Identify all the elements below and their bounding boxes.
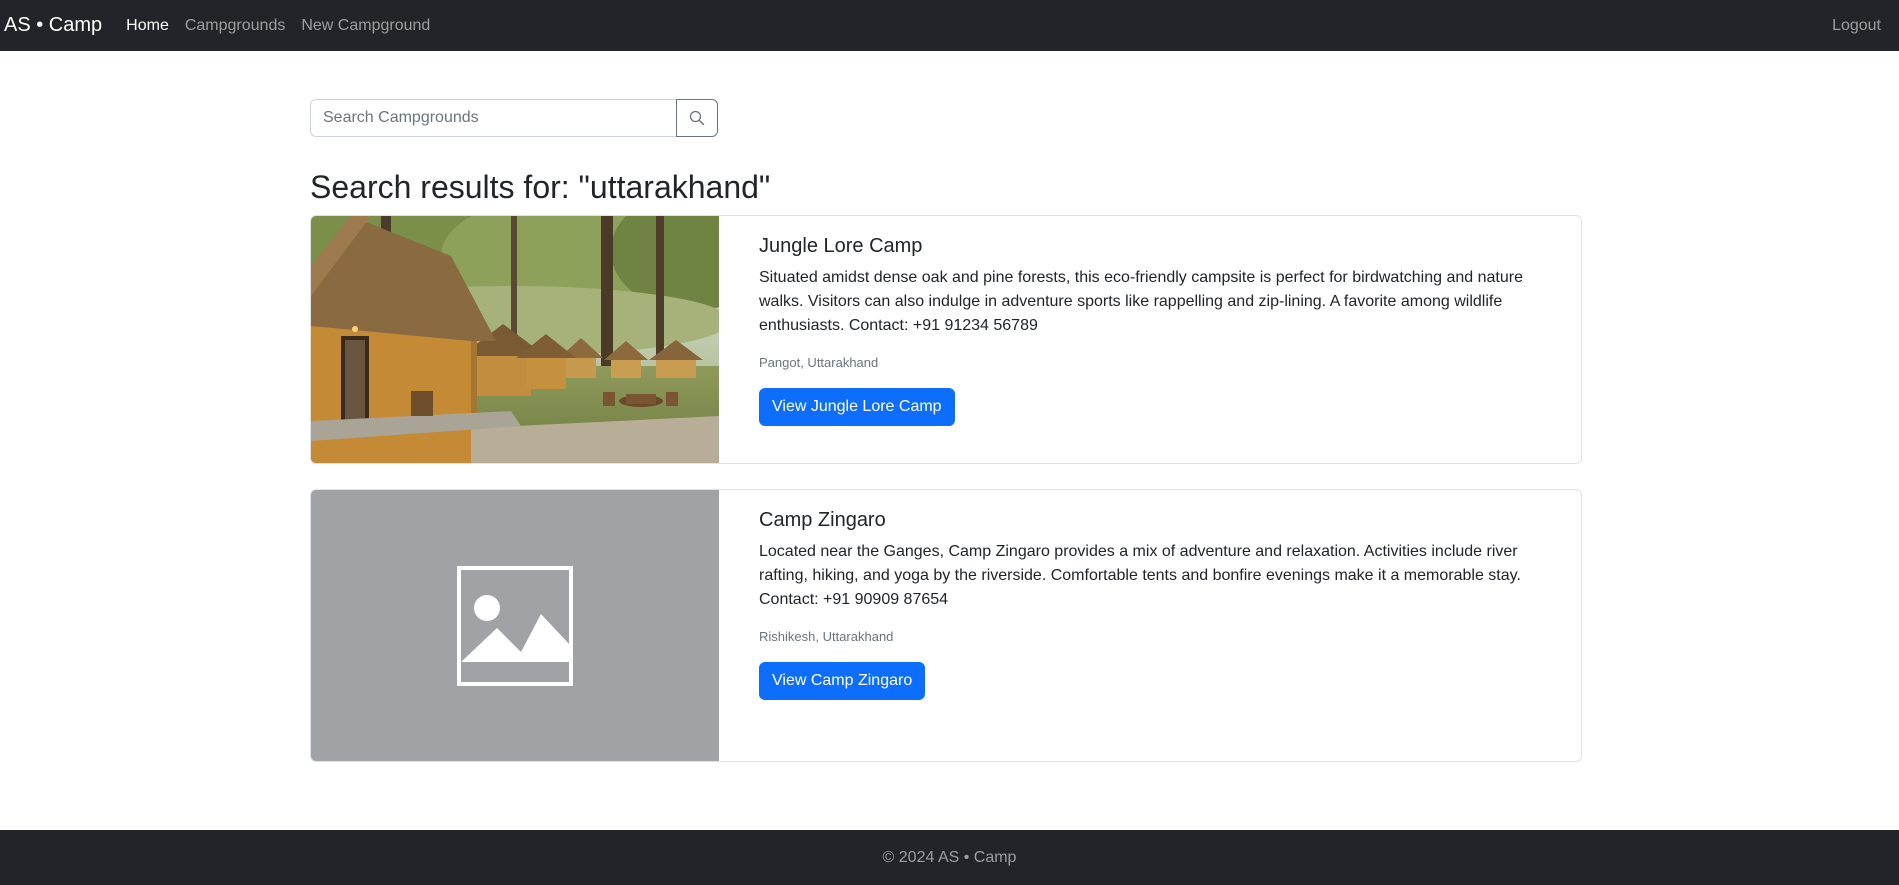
brand-link[interactable]: AS • Camp bbox=[4, 14, 102, 37]
search-input[interactable] bbox=[310, 99, 676, 137]
card-description: Located near the Ganges, Camp Zingaro pr… bbox=[759, 543, 1521, 608]
campground-card: Camp Zingaro Located near the Ganges, Ca… bbox=[310, 489, 1582, 762]
image-placeholder bbox=[311, 490, 719, 761]
image-placeholder-icon bbox=[457, 565, 573, 686]
search-form bbox=[310, 99, 718, 137]
card-title: Camp Zingaro bbox=[759, 509, 886, 531]
card-location: Rishikesh, Uttarakhand bbox=[759, 629, 894, 644]
card-body: Camp Zingaro Located near the Ganges, Ca… bbox=[719, 490, 1581, 761]
card-title: Jungle Lore Camp bbox=[759, 235, 923, 257]
card-location: Pangot, Uttarakhand bbox=[759, 355, 879, 370]
top-navbar: AS • Camp Home Campgrounds New Campgroun… bbox=[0, 0, 1899, 51]
card-description: Situated amidst dense oak and pine fores… bbox=[759, 269, 1523, 334]
campground-image bbox=[311, 490, 719, 761]
search-button[interactable] bbox=[676, 99, 718, 137]
card-body: Jungle Lore Camp Situated amidst dense o… bbox=[719, 216, 1581, 463]
nav-link-new-campground[interactable]: New Campground bbox=[301, 17, 430, 35]
footer-copyright: © 2024 AS • Camp bbox=[882, 848, 1017, 866]
logout-link[interactable]: Logout bbox=[1832, 17, 1881, 35]
results-heading: Search results for: "uttarakhand" bbox=[310, 169, 771, 205]
campground-image bbox=[311, 216, 719, 463]
nav-link-campgrounds[interactable]: Campgrounds bbox=[185, 17, 286, 35]
search-icon bbox=[689, 110, 705, 126]
footer: © 2024 AS • Camp bbox=[0, 830, 1899, 885]
view-campground-button[interactable]: View Camp Zingaro bbox=[759, 662, 926, 700]
nav-link-home[interactable]: Home bbox=[126, 17, 169, 35]
campground-card: Jungle Lore Camp Situated amidst dense o… bbox=[310, 215, 1582, 464]
view-campground-button[interactable]: View Jungle Lore Camp bbox=[759, 388, 955, 426]
